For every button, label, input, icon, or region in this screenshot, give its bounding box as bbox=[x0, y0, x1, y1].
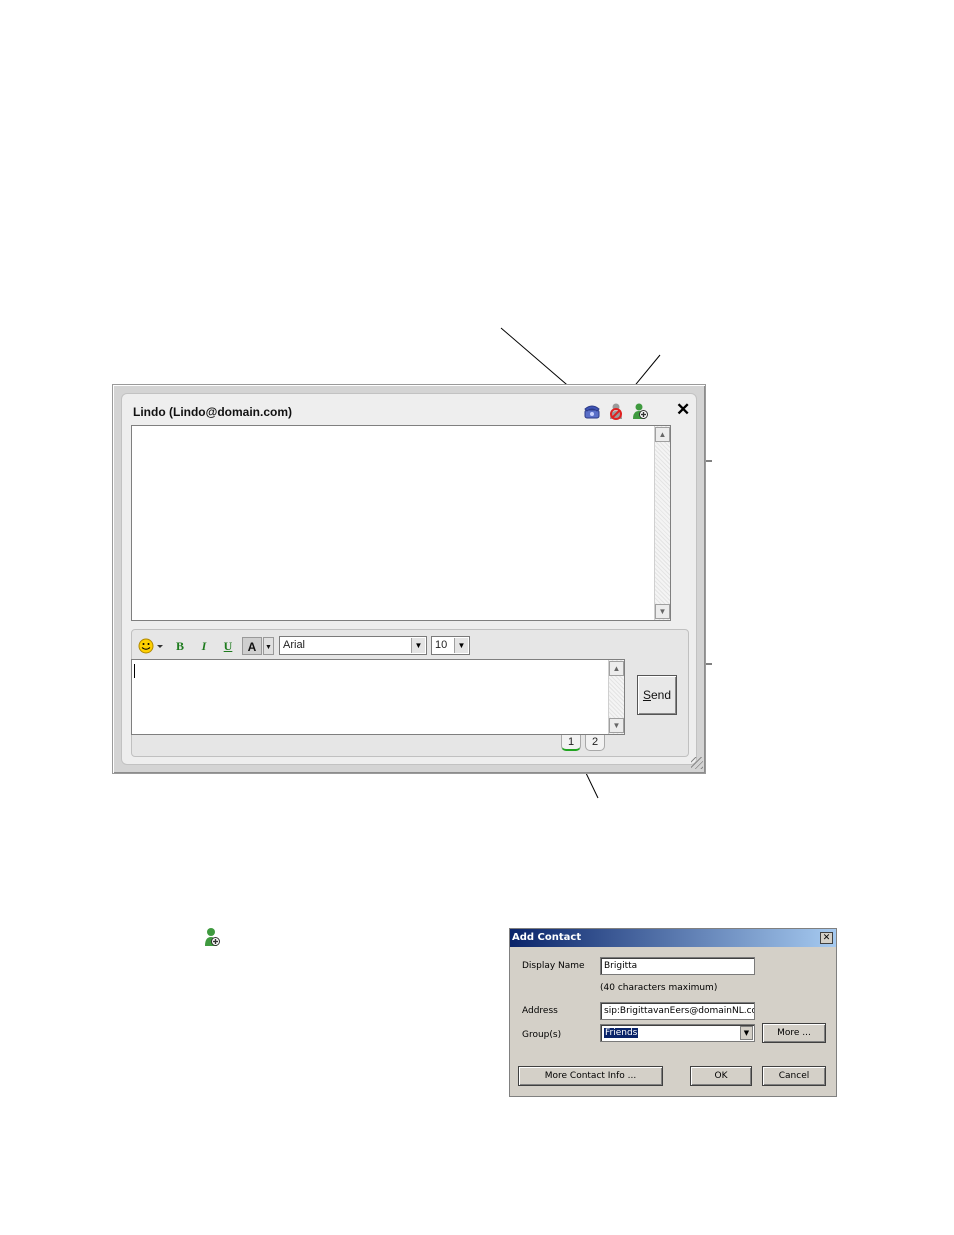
block-icon[interactable] bbox=[607, 402, 625, 420]
send-label-rest: end bbox=[650, 688, 672, 702]
address-label: Address bbox=[522, 1006, 558, 1016]
add-contact-dialog: Add Contact ✕ Display Name Brigitta (40 … bbox=[509, 928, 837, 1097]
font-size-select[interactable]: 10 ▼ bbox=[431, 636, 470, 655]
font-size-dropdown-icon[interactable]: ▼ bbox=[454, 638, 468, 653]
underline-button[interactable]: U bbox=[219, 637, 237, 655]
history-scrollbar[interactable]: ▲ ▼ bbox=[654, 426, 670, 620]
display-name-label: Display Name bbox=[522, 961, 585, 971]
dialog-title: Add Contact bbox=[510, 929, 836, 947]
phone-icon[interactable] bbox=[583, 402, 601, 420]
font-color-button[interactable]: A bbox=[242, 637, 262, 655]
font-name-value: Arial bbox=[283, 639, 306, 651]
add-contact-icon bbox=[203, 927, 221, 947]
compose-scroll-down-icon[interactable]: ▼ bbox=[609, 718, 624, 733]
compose-scroll-up-icon[interactable]: ▲ bbox=[609, 661, 624, 676]
cancel-button[interactable]: Cancel bbox=[762, 1066, 826, 1086]
message-input[interactable]: ▲ ▼ bbox=[131, 659, 625, 735]
max-characters-hint: (40 characters maximum) bbox=[600, 983, 718, 993]
font-color-dropdown-icon[interactable]: ▼ bbox=[263, 637, 274, 655]
bold-button[interactable]: B bbox=[171, 637, 189, 655]
close-window-button[interactable]: ✕ bbox=[676, 400, 690, 420]
display-name-field[interactable]: Brigitta bbox=[600, 957, 755, 975]
im-conversation-window: Lindo (Lindo@domain.com) ✕ ▲ ▼ B I U A ▼… bbox=[112, 384, 706, 774]
font-name-dropdown-icon[interactable]: ▼ bbox=[411, 638, 425, 653]
ok-button[interactable]: OK bbox=[690, 1066, 752, 1086]
scroll-down-arrow-icon[interactable]: ▼ bbox=[655, 604, 670, 619]
address-field[interactable]: sip:BrigittavanEers@domainNL.com bbox=[600, 1002, 755, 1020]
more-groups-button[interactable]: More ... bbox=[762, 1023, 826, 1043]
groups-dropdown-icon[interactable]: ▼ bbox=[740, 1026, 753, 1040]
groups-label: Group(s) bbox=[522, 1030, 562, 1040]
page-tab-2[interactable]: 2 bbox=[585, 735, 605, 751]
conversation-title: Lindo (Lindo@domain.com) bbox=[133, 405, 293, 419]
more-contact-info-button[interactable]: More Contact Info ... bbox=[518, 1066, 663, 1086]
resize-grip-icon[interactable] bbox=[691, 757, 703, 769]
scroll-up-arrow-icon[interactable]: ▲ bbox=[655, 427, 670, 442]
italic-button[interactable]: I bbox=[195, 637, 213, 655]
emoticon-button[interactable] bbox=[137, 637, 165, 655]
page-tab-1[interactable]: 1 bbox=[561, 735, 581, 751]
emoticon-icon bbox=[138, 638, 163, 654]
text-cursor bbox=[134, 664, 135, 678]
groups-selected-value: Friends bbox=[604, 1028, 639, 1038]
send-label-accelerator: S bbox=[642, 688, 651, 702]
add-contact-icon[interactable] bbox=[631, 402, 649, 420]
font-name-select[interactable]: Arial ▼ bbox=[279, 636, 427, 655]
message-history[interactable]: ▲ ▼ bbox=[131, 425, 671, 621]
compose-scrollbar[interactable]: ▲ ▼ bbox=[608, 660, 624, 734]
dialog-close-button[interactable]: ✕ bbox=[820, 932, 833, 944]
font-size-value: 10 bbox=[435, 639, 448, 651]
groups-select[interactable]: Friends ▼ bbox=[600, 1024, 755, 1042]
send-button[interactable]: Send bbox=[637, 675, 677, 715]
